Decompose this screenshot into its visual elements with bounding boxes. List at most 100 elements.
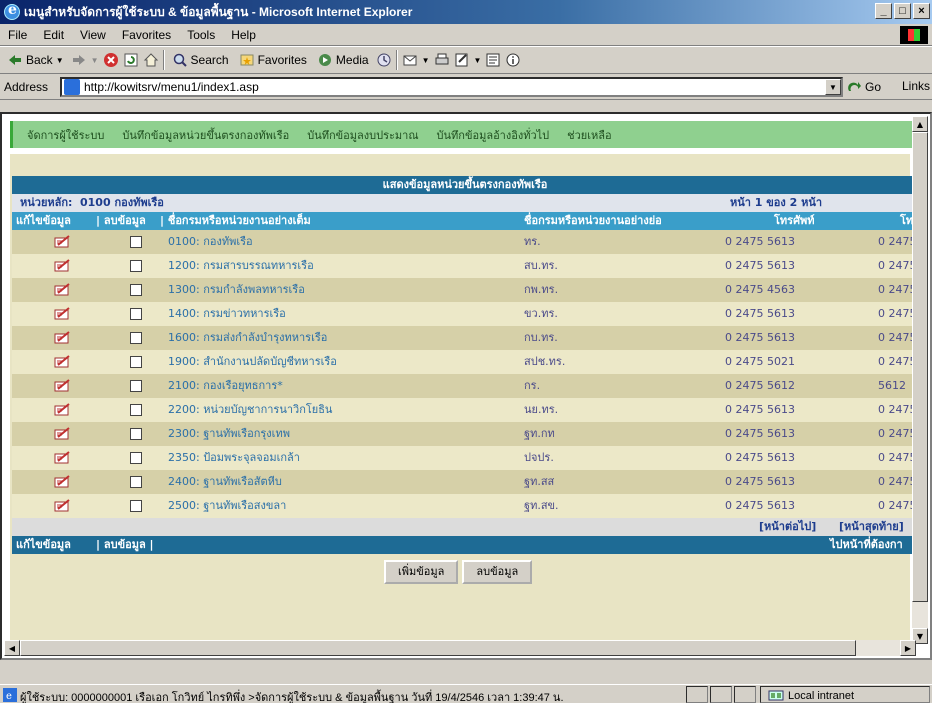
unit-fullname[interactable]: 2350: ป้อมพระจุลจอมเกล้า — [168, 446, 300, 470]
search-button[interactable]: Search — [169, 52, 232, 68]
info-icon[interactable] — [505, 52, 521, 68]
menu-view[interactable]: View — [72, 28, 114, 42]
menu-edit[interactable]: Edit — [35, 28, 72, 42]
unit-fullname[interactable]: 2400: ฐานทัพเรือสัตหีบ — [168, 470, 282, 494]
unit-value: 0100 กองทัพเรือ — [80, 196, 164, 209]
col-edit: แก้ไขข้อมูล — [16, 214, 71, 227]
favorites-button[interactable]: Favorites — [236, 52, 310, 68]
edit-icon[interactable] — [54, 331, 71, 345]
edit-icon[interactable] — [54, 451, 71, 465]
unit-fullname[interactable]: 0100: กองทัพเรือ — [168, 230, 253, 254]
unit-phone: 0 2475 5613 — [725, 403, 795, 416]
edit-icon[interactable] — [54, 379, 71, 393]
menu-favorites[interactable]: Favorites — [114, 28, 179, 42]
unit-fullname[interactable]: 2200: หน่วยบัญชาการนาวิกโยธิน — [168, 398, 332, 422]
delete-checkbox[interactable] — [130, 452, 142, 464]
footer-goto[interactable]: ไปหน้าที่ต้องกา — [830, 536, 903, 554]
delete-checkbox[interactable] — [130, 332, 142, 344]
edit-icon[interactable] — [54, 475, 71, 489]
delete-checkbox[interactable] — [130, 404, 142, 416]
minimize-button[interactable]: _ — [875, 3, 892, 19]
unit-fullname[interactable]: 1600: กรมส่งกำลังบำรุงทหารเรือ — [168, 326, 327, 350]
unit-fullname[interactable]: 1400: กรมข่าวทหารเรือ — [168, 302, 286, 326]
unit-fullname[interactable]: 1300: กรมกำลังพลทหารเรือ — [168, 278, 305, 302]
status-bar: e ผู้ใช้ระบบ: 0000000001 เรือเอก โกวิทย์… — [0, 684, 932, 703]
links-button[interactable]: Links — [902, 79, 930, 93]
address-dropdown-button[interactable]: ▼ — [825, 79, 841, 95]
close-button[interactable]: × — [913, 3, 930, 19]
nav-budget-data[interactable]: บันทึกข้อมูลงบประมาณ — [307, 126, 418, 144]
action-buttons: เพิ่มข้อมูล ลบข้อมูล — [384, 560, 533, 584]
unit-phone: 0 2475 4563 — [725, 283, 795, 296]
mail-icon[interactable] — [402, 52, 418, 68]
add-button[interactable]: เพิ่มข้อมูล — [384, 560, 459, 584]
unit-fullname[interactable]: 2500: ฐานทัพเรือสงขลา — [168, 494, 286, 518]
delete-checkbox[interactable] — [130, 356, 142, 368]
delete-checkbox[interactable] — [130, 236, 142, 248]
nav-help[interactable]: ช่วยเหลือ — [567, 126, 611, 144]
menu-tools[interactable]: Tools — [179, 28, 223, 42]
edit-icon[interactable] — [54, 355, 71, 369]
discuss-icon[interactable] — [485, 52, 501, 68]
edit-page-icon[interactable] — [454, 52, 470, 68]
back-arrow-icon — [9, 55, 21, 65]
delete-checkbox[interactable] — [130, 260, 142, 272]
edit-icon[interactable] — [54, 283, 71, 297]
vertical-scroll-thumb[interactable] — [912, 132, 928, 602]
page-info: หน้า 1 ของ 2 หน้า — [730, 196, 823, 209]
scroll-up-icon[interactable]: ▲ — [912, 116, 928, 132]
history-icon[interactable] — [376, 52, 392, 68]
edit-icon[interactable] — [54, 427, 71, 441]
print-icon[interactable] — [434, 52, 450, 68]
nav-reference-data[interactable]: บันทึกข้อมูลอ้างอิงทั่วไป — [437, 126, 550, 144]
delete-checkbox[interactable] — [130, 428, 142, 440]
go-button[interactable]: Go — [846, 79, 881, 95]
delete-button[interactable]: ลบข้อมูล — [462, 560, 533, 584]
nav-user-management[interactable]: จัดการผู้ใช้ระบบ — [27, 126, 104, 144]
stop-icon[interactable] — [103, 52, 119, 68]
edit-icon[interactable] — [54, 259, 71, 273]
delete-checkbox[interactable] — [130, 500, 142, 512]
home-icon[interactable] — [143, 52, 159, 68]
refresh-icon[interactable] — [123, 52, 139, 68]
next-page-link[interactable]: [หน้าต่อไป] — [759, 518, 816, 536]
horizontal-scrollbar[interactable]: ◀ ▶ — [4, 640, 916, 656]
edit-icon[interactable] — [54, 235, 71, 249]
unit-shortname: สบ.ทร. — [524, 259, 558, 272]
page-icon — [64, 79, 80, 95]
unit-fax: 0 2475 — [878, 499, 917, 512]
unit-fullname[interactable]: 2300: ฐานทัพเรือกรุงเทพ — [168, 422, 290, 446]
nav-unit-data[interactable]: บันทึกข้อมูลหน่วยขึ้นตรงกองทัพเรือ — [122, 126, 289, 144]
edit-icon[interactable] — [54, 499, 71, 513]
unit-fullname[interactable]: 1200: กรมสารบรรณทหารเรือ — [168, 254, 314, 278]
horizontal-scroll-thumb[interactable] — [20, 640, 856, 656]
back-button[interactable]: Back ▼ — [4, 52, 67, 68]
back-dropdown-icon[interactable]: ▼ — [56, 56, 64, 65]
delete-checkbox[interactable] — [130, 284, 142, 296]
scroll-right-icon[interactable]: ▶ — [900, 640, 916, 656]
menu-file[interactable]: File — [0, 28, 35, 42]
delete-checkbox[interactable] — [130, 380, 142, 392]
forward-dropdown-icon[interactable]: ▼ — [91, 56, 99, 65]
unit-fullname[interactable]: 2100: กองเรือยุทธการ* — [168, 374, 283, 398]
maximize-button[interactable]: □ — [894, 3, 911, 19]
mail-dropdown-icon[interactable]: ▼ — [422, 56, 430, 65]
unit-phone: 0 2475 5021 — [725, 355, 795, 368]
forward-arrow-icon[interactable] — [71, 52, 87, 68]
menu-help[interactable]: Help — [223, 28, 264, 42]
last-page-link[interactable]: [หน้าสุดท้าย] — [839, 518, 904, 536]
delete-checkbox[interactable] — [130, 476, 142, 488]
unit-fax: 0 2475 — [878, 307, 917, 320]
vertical-scrollbar[interactable]: ▲ ▼ — [912, 116, 928, 644]
unit-shortname: ฐท.กท — [524, 427, 555, 440]
edit-dropdown-icon[interactable]: ▼ — [474, 56, 482, 65]
unit-fullname[interactable]: 1900: สำนักงานปลัดบัญชีทหารเรือ — [168, 350, 337, 374]
scroll-left-icon[interactable]: ◀ — [4, 640, 20, 656]
media-button[interactable]: Media — [314, 52, 372, 68]
edit-icon[interactable] — [54, 307, 71, 321]
address-input[interactable]: http://kowitsrv/menu1/index1.asp ▼ — [60, 77, 843, 97]
edit-icon[interactable] — [54, 403, 71, 417]
unit-fax: 0 2475 — [878, 283, 917, 296]
table-row: 2400: ฐานทัพเรือสัตหีบ ฐท.สส 0 2475 5613… — [12, 470, 918, 494]
delete-checkbox[interactable] — [130, 308, 142, 320]
